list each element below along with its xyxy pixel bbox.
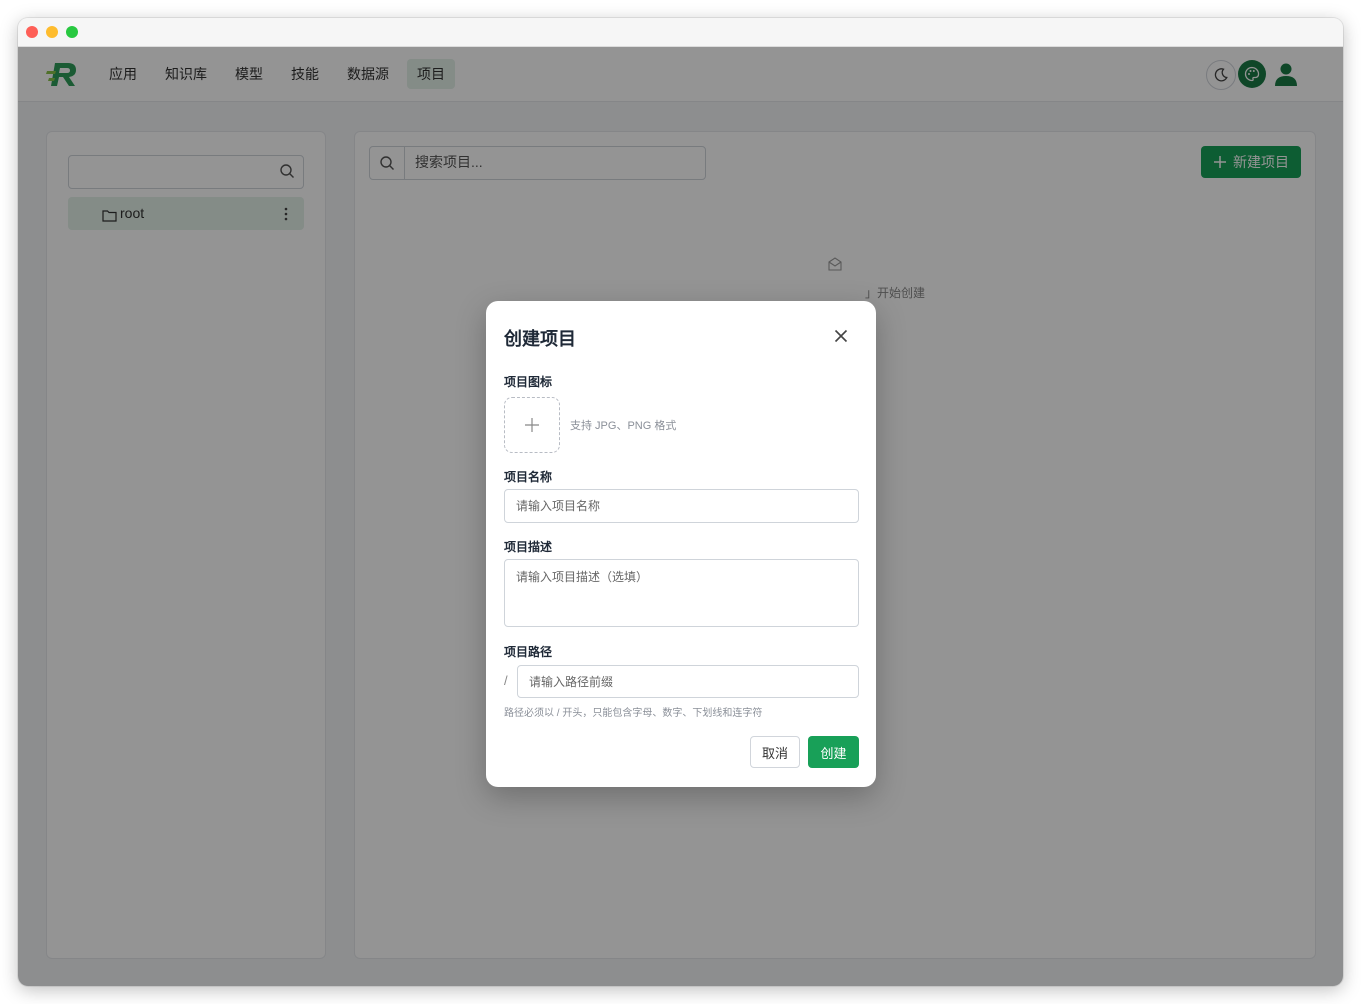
path-rule-hint: 路径必须以 / 开头，只能包含字母、数字、下划线和连字符 xyxy=(504,708,763,719)
project-icon-label: 项目图标 xyxy=(504,375,553,389)
cancel-button[interactable]: 取消 xyxy=(750,736,800,768)
create-project-dialog: 创建项目 项目图标 支持 JPG、PNG 格式 项目名称 项目描述 项目路径 /… xyxy=(486,301,876,787)
upload-format-hint: 支持 JPG、PNG 格式 xyxy=(570,420,677,432)
project-path-input[interactable] xyxy=(517,665,859,698)
app-window: 应用 知识库 模型 技能 数据源 项目 root 搜索项目... 新建项目 」开… xyxy=(18,18,1343,986)
dialog-title: 创建项目 xyxy=(504,329,576,349)
app-content: 应用 知识库 模型 技能 数据源 项目 root 搜索项目... 新建项目 」开… xyxy=(18,47,1343,986)
icon-upload-button[interactable] xyxy=(504,397,560,453)
create-button[interactable]: 创建 xyxy=(808,736,859,768)
close-icon[interactable] xyxy=(832,327,850,345)
project-description-textarea[interactable] xyxy=(504,559,859,627)
maximize-window-button[interactable] xyxy=(66,26,78,38)
project-path-label: 项目路径 xyxy=(504,645,553,659)
project-name-label: 项目名称 xyxy=(504,470,553,484)
path-prefix: / xyxy=(504,673,508,688)
minimize-window-button[interactable] xyxy=(46,26,58,38)
close-window-button[interactable] xyxy=(26,26,38,38)
plus-icon xyxy=(525,418,539,432)
project-description-label: 项目描述 xyxy=(504,540,553,554)
project-name-input[interactable] xyxy=(504,489,859,523)
window-titlebar xyxy=(18,18,1343,47)
